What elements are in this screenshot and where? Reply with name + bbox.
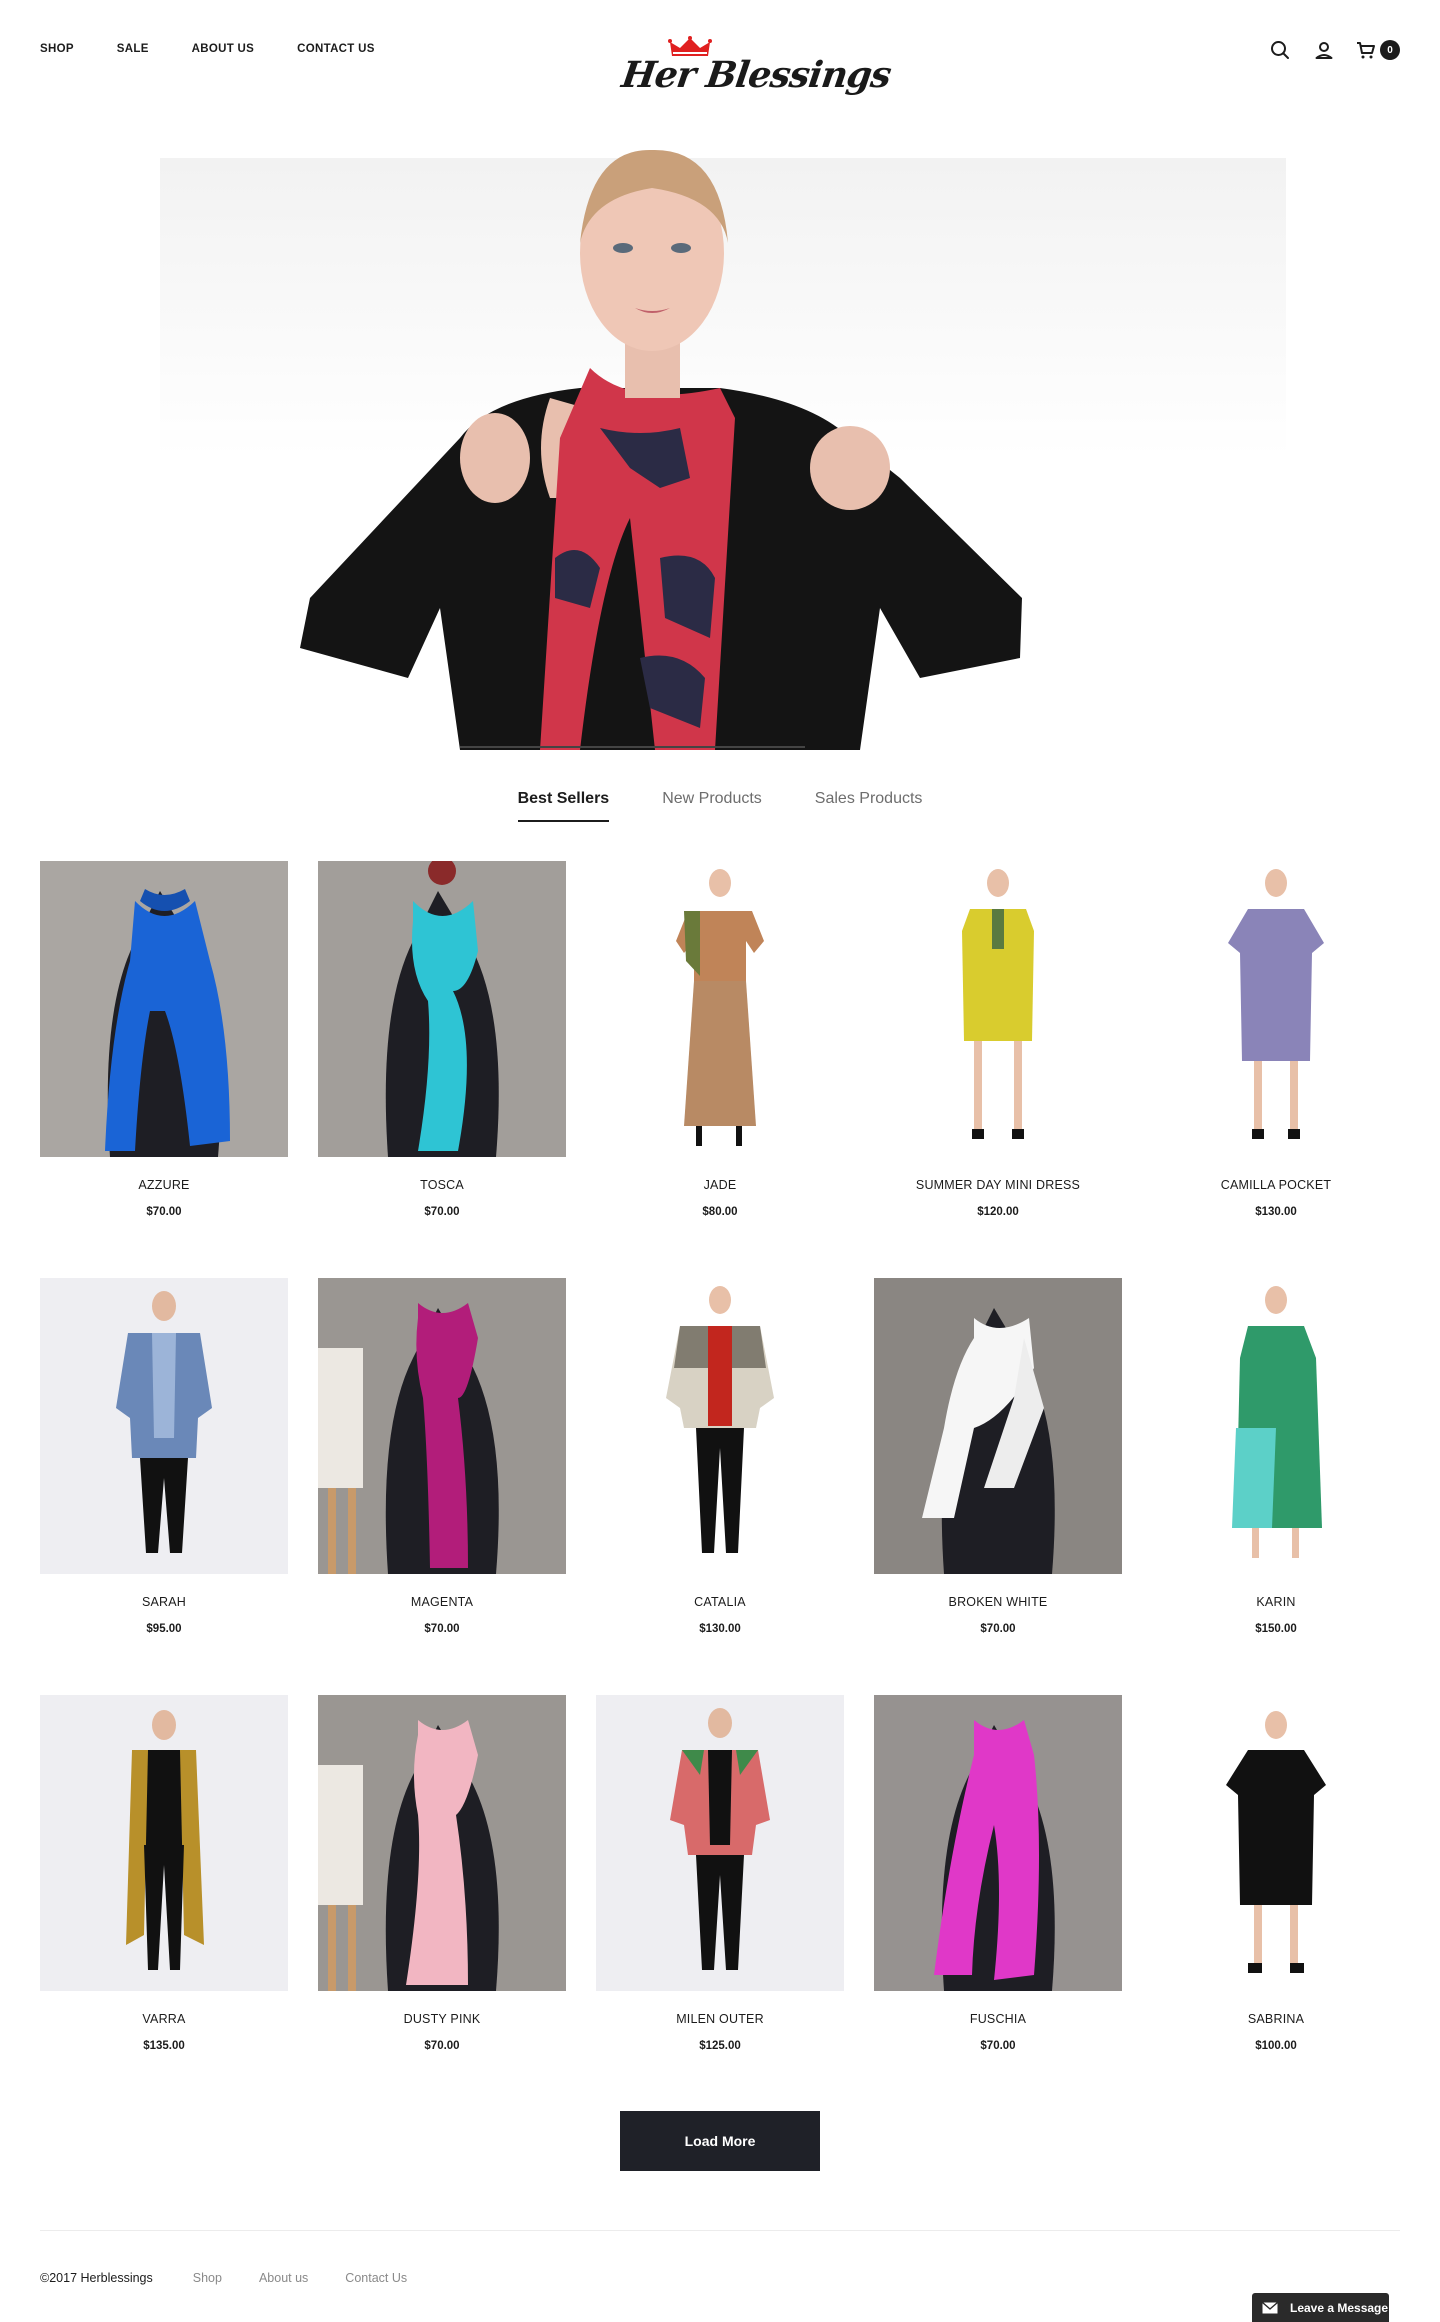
product-price: $70.00 [980, 1623, 1016, 1635]
load-more-button[interactable]: Load More [620, 2111, 820, 2171]
cart-icon[interactable]: 0 [1356, 38, 1400, 62]
product-name[interactable]: SUMMER DAY MINI DRESS [874, 1178, 1122, 1192]
nav-contact-us[interactable]: CONTACT US [297, 43, 375, 55]
product-card[interactable]: VARRA $135.00 [40, 1695, 288, 2112]
product-price: $120.00 [977, 1206, 1019, 1218]
product-image[interactable] [874, 1278, 1122, 1574]
footer-link-shop[interactable]: Shop [193, 2271, 222, 2285]
product-price: $95.00 [146, 1623, 182, 1635]
footer-divider [40, 2230, 1400, 2231]
product-price: $70.00 [424, 2040, 460, 2052]
product-price: $70.00 [424, 1206, 460, 1218]
product-image[interactable] [596, 1695, 844, 1991]
envelope-icon [1262, 2301, 1278, 2313]
product-name[interactable]: DUSTY PINK [318, 2012, 566, 2026]
product-price: $70.00 [980, 2040, 1016, 2052]
product-image[interactable] [874, 1695, 1122, 1991]
main-nav: SHOP SALE ABOUT US CONTACT US [40, 43, 418, 55]
product-card[interactable]: CATALIA $130.00 [596, 1278, 844, 1695]
product-name[interactable]: KARIN [1152, 1595, 1400, 1609]
tab-new-products[interactable]: New Products [662, 790, 762, 822]
product-card[interactable]: MILEN OUTER $125.00 [596, 1695, 844, 2112]
hero-banner [160, 138, 1286, 750]
nav-sale[interactable]: SALE [117, 43, 149, 55]
product-name[interactable]: TOSCA [318, 1178, 566, 1192]
product-image[interactable] [318, 1695, 566, 1991]
user-icon[interactable] [1312, 38, 1336, 62]
brand-logo[interactable]: Her Blessings [618, 34, 893, 104]
footer-link-contact-us[interactable]: Contact Us [345, 2271, 407, 2285]
product-name[interactable]: SARAH [40, 1595, 288, 1609]
product-tabs: Best Sellers New Products Sales Products [0, 790, 1440, 822]
product-name[interactable]: JADE [596, 1178, 844, 1192]
product-image[interactable] [596, 1278, 844, 1574]
product-card[interactable]: JADE $80.00 [596, 861, 844, 1278]
leave-message-label: Leave a Message [1290, 2300, 1389, 2315]
product-card[interactable]: SARAH $95.00 [40, 1278, 288, 1695]
product-card[interactable]: BROKEN WHITE $70.00 [874, 1278, 1122, 1695]
product-name[interactable]: CAMILLA POCKET [1152, 1178, 1400, 1192]
logo-wordmark: Her Blessings [619, 54, 894, 96]
leave-message-widget[interactable]: Leave a Message [1252, 2293, 1389, 2322]
product-card[interactable]: SUMMER DAY MINI DRESS $120.00 [874, 861, 1122, 1278]
nav-shop[interactable]: SHOP [40, 43, 74, 55]
product-image[interactable] [40, 1278, 288, 1574]
product-name[interactable]: SABRINA [1152, 2012, 1400, 2026]
product-price: $70.00 [424, 1623, 460, 1635]
product-price: $70.00 [146, 1206, 182, 1218]
product-name[interactable]: AZZURE [40, 1178, 288, 1192]
nav-about-us[interactable]: ABOUT US [192, 43, 254, 55]
product-image[interactable] [40, 1695, 288, 1991]
product-image[interactable] [40, 861, 288, 1157]
product-name[interactable]: VARRA [40, 2012, 288, 2026]
product-name[interactable]: MILEN OUTER [596, 2012, 844, 2026]
product-image[interactable] [1152, 861, 1400, 1157]
product-image[interactable] [874, 861, 1122, 1157]
product-name[interactable]: MAGENTA [318, 1595, 566, 1609]
product-name[interactable]: CATALIA [596, 1595, 844, 1609]
product-price: $100.00 [1255, 2040, 1297, 2052]
product-price: $130.00 [699, 1623, 741, 1635]
product-card[interactable]: FUSCHIA $70.00 [874, 1695, 1122, 2112]
product-card[interactable]: DUSTY PINK $70.00 [318, 1695, 566, 2112]
product-card[interactable]: SABRINA $100.00 [1152, 1695, 1400, 2112]
product-image[interactable] [318, 1278, 566, 1574]
product-grid: AZZURE $70.00 TOSCA $70.00 JADE $80.00 S… [40, 861, 1400, 2112]
footer-link-about-us[interactable]: About us [259, 2271, 308, 2285]
product-name[interactable]: BROKEN WHITE [874, 1595, 1122, 1609]
tab-sales-products[interactable]: Sales Products [815, 790, 923, 822]
product-card[interactable]: AZZURE $70.00 [40, 861, 288, 1278]
product-card[interactable]: MAGENTA $70.00 [318, 1278, 566, 1695]
site-header: SHOP SALE ABOUT US CONTACT US Her Blessi… [0, 0, 1440, 110]
product-price: $125.00 [699, 2040, 741, 2052]
product-card[interactable]: TOSCA $70.00 [318, 861, 566, 1278]
product-price: $150.00 [1255, 1623, 1297, 1635]
product-card[interactable]: CAMILLA POCKET $130.00 [1152, 861, 1400, 1278]
product-name[interactable]: FUSCHIA [874, 2012, 1122, 2026]
product-image[interactable] [1152, 1278, 1400, 1574]
cart-count-badge: 0 [1380, 40, 1400, 60]
product-price: $80.00 [702, 1206, 738, 1218]
copyright-text: ©2017 Herblessings [40, 2271, 153, 2285]
header-icons: 0 [1248, 38, 1400, 62]
product-card[interactable]: KARIN $150.00 [1152, 1278, 1400, 1695]
product-image[interactable] [318, 861, 566, 1157]
product-image[interactable] [1152, 1695, 1400, 1991]
hero-model-image [160, 149, 1286, 750]
product-image[interactable] [596, 861, 844, 1157]
site-footer: ©2017 Herblessings Shop About us Contact… [40, 2271, 444, 2285]
product-price: $130.00 [1255, 1206, 1297, 1218]
tab-best-sellers[interactable]: Best Sellers [517, 790, 609, 822]
product-price: $135.00 [143, 2040, 185, 2052]
search-icon[interactable] [1268, 38, 1292, 62]
